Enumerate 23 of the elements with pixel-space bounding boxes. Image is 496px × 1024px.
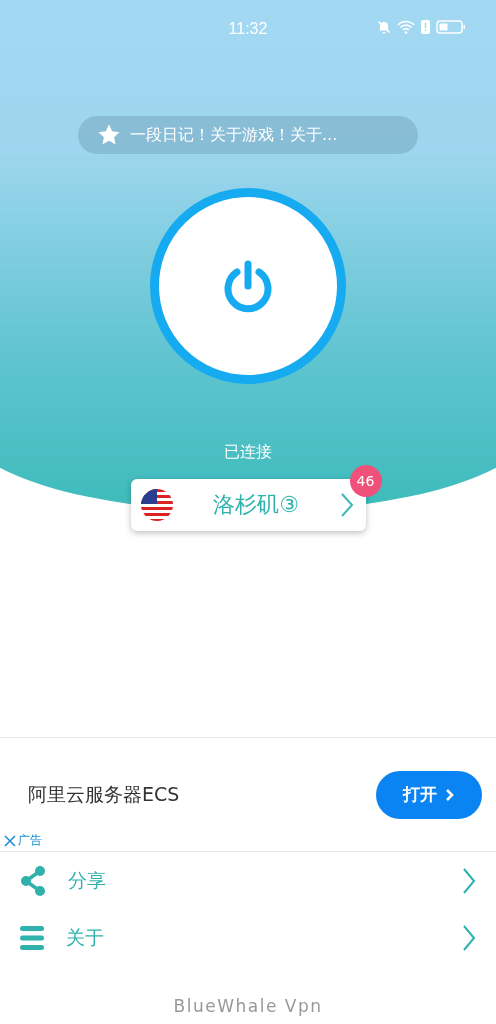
connection-status: 已连接 — [224, 442, 272, 463]
status-time: 11:32 — [228, 20, 268, 38]
wifi-icon — [397, 20, 415, 34]
chevron-right-icon — [445, 787, 455, 802]
flag-icon — [140, 489, 173, 521]
notice-text: 一段日记！关于游戏！关于... — [130, 124, 338, 146]
menu-item[interactable]: 分享 — [0, 852, 496, 909]
chevron-right-icon — [462, 866, 476, 895]
chevron-right-icon — [339, 492, 354, 518]
app-name: BlueWhale Vpn — [172, 996, 324, 1016]
ad-title: 阿里云服务器ECS — [28, 781, 180, 807]
menu-item[interactable]: 关于 — [0, 909, 496, 966]
menu-icon — [20, 924, 44, 951]
share-icon — [20, 865, 46, 896]
open-button[interactable]: 打开 — [376, 770, 482, 819]
ad-label: 广告 — [18, 832, 42, 849]
muted-bell-icon — [377, 20, 391, 34]
close-icon[interactable] — [4, 834, 16, 847]
chevron-right-icon — [462, 923, 476, 952]
notice-banner[interactable]: 一段日记！关于游戏！关于... — [78, 116, 418, 154]
alert-icon — [421, 20, 430, 34]
battery-icon — [436, 20, 466, 34]
star-icon — [96, 123, 122, 147]
